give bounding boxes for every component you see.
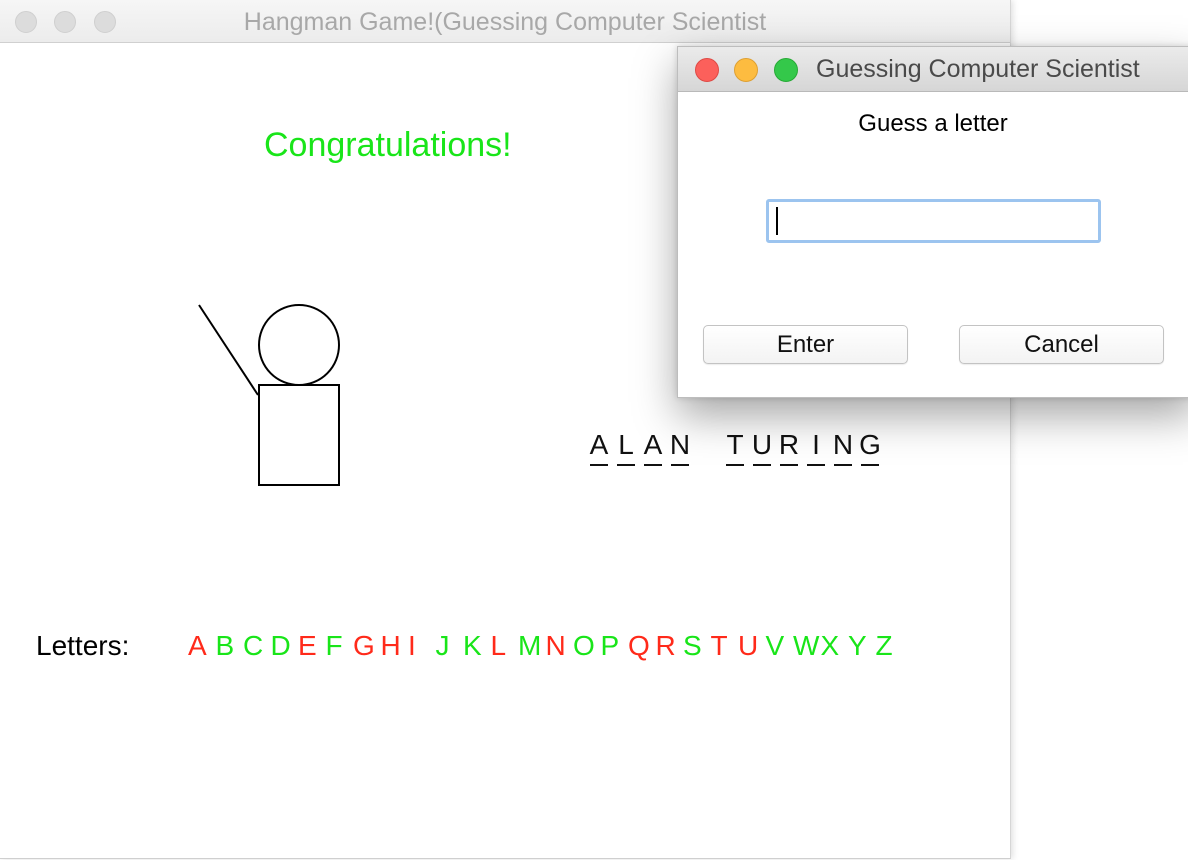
alphabet-letter: S xyxy=(683,630,702,661)
main-window-title: Hangman Game!(Guessing Computer Scientis… xyxy=(243,8,767,36)
guess-prompt: Guess a letter xyxy=(858,110,1008,137)
alphabet-letter: V xyxy=(765,630,785,661)
word-letter: G xyxy=(859,429,881,466)
alphabet-letter: W xyxy=(793,630,820,661)
alphabet-letter: R xyxy=(655,630,676,661)
text-cursor xyxy=(776,207,778,235)
dialog-titlebar: Guessing Computer Scientist xyxy=(678,47,1188,92)
alphabet-letter: F xyxy=(325,630,343,661)
enter-button[interactable]: Enter xyxy=(703,325,908,364)
alphabet-letter: D xyxy=(270,630,291,661)
dialog-close-button[interactable] xyxy=(695,58,719,82)
word-letter: L xyxy=(615,428,637,466)
alphabet-letter: Q xyxy=(628,630,650,661)
alphabet-letter: K xyxy=(463,630,482,661)
alphabet-letter: X xyxy=(820,630,840,661)
dialog-minimize-button[interactable] xyxy=(734,58,758,82)
word-letter: T xyxy=(724,428,746,466)
word-letter: A xyxy=(589,429,609,466)
alphabet-letter: E xyxy=(298,630,317,661)
word-letter: U xyxy=(751,429,773,466)
alphabet-letter: Z xyxy=(875,630,893,661)
hangman-head xyxy=(258,304,340,386)
alphabet-letter: I xyxy=(408,630,416,661)
dialog-body: Guess a letter Enter Cancel xyxy=(678,92,1188,397)
alphabet-letter: M xyxy=(518,630,542,661)
hangman-arm xyxy=(198,304,259,396)
dialog-zoom-button[interactable] xyxy=(774,58,798,82)
alphabet-letter: L xyxy=(490,630,507,661)
alphabet-letter: C xyxy=(243,630,264,661)
main-titlebar: Hangman Game!(Guessing Computer Scientis… xyxy=(0,0,1010,43)
guess-input[interactable] xyxy=(766,199,1101,243)
word-letter: N xyxy=(832,429,854,466)
alphabet-letter: T xyxy=(710,630,728,661)
word-letter: N xyxy=(669,429,691,466)
word-letter: R xyxy=(778,429,800,466)
guess-dialog: Guessing Computer Scientist Guess a lett… xyxy=(677,46,1188,398)
cancel-button[interactable]: Cancel xyxy=(959,325,1164,364)
alphabet-letter: G xyxy=(353,630,375,661)
result-message: Congratulations! xyxy=(264,126,512,164)
alphabet-letter: B xyxy=(215,630,235,661)
alphabet-letter: O xyxy=(573,630,595,661)
alphabet-letter: H xyxy=(380,630,401,661)
letters-label: Letters: xyxy=(36,630,130,661)
hangman-figure xyxy=(198,304,340,486)
alphabet-letter: N xyxy=(545,630,566,661)
hangman-body xyxy=(258,384,340,486)
alphabet-letter: U xyxy=(738,630,759,661)
alphabet-letter: J xyxy=(435,630,450,661)
alphabet-letter: P xyxy=(600,630,620,661)
word-letter: A xyxy=(643,429,663,466)
alphabet-letter: A xyxy=(188,630,207,661)
word-letter: I xyxy=(805,428,827,466)
alphabet-letter: Y xyxy=(848,630,867,661)
dialog-title: Guessing Computer Scientist xyxy=(816,55,1140,83)
